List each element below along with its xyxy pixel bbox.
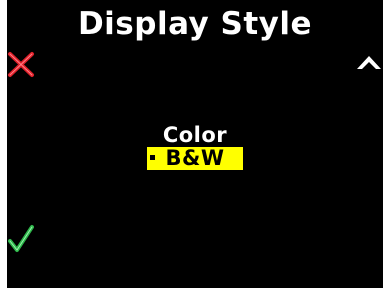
menu-option-label: B&W	[165, 146, 225, 170]
display-style-menu: Color B&W	[7, 124, 383, 170]
chevron-up-icon[interactable]	[355, 52, 383, 72]
selection-marker	[150, 155, 155, 160]
menu-option-label: Color	[162, 123, 228, 147]
display-screen: Display Style Color B&W	[7, 0, 383, 288]
menu-option-color[interactable]: Color	[147, 124, 243, 147]
screen-title: Display Style	[77, 6, 313, 42]
menu-option-bw[interactable]: B&W	[147, 147, 243, 170]
checkmark-icon[interactable]	[8, 224, 34, 254]
cross-icon[interactable]	[7, 50, 35, 78]
